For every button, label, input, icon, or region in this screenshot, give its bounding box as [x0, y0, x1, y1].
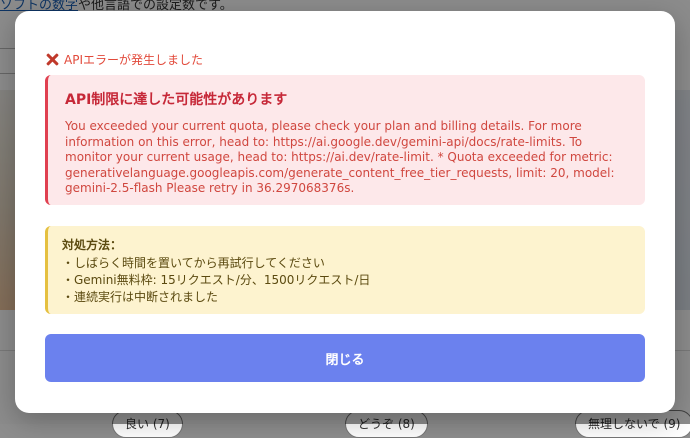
solution-item: ・Gemini無料枠: 15リクエスト/分、1500リクエスト/日: [62, 273, 371, 287]
error-title: API制限に達した可能性があります: [65, 92, 288, 108]
dialog-header: APIエラーが発生しました: [46, 51, 203, 68]
error-dialog: APIエラーが発生しました API制限に達した可能性があります You exce…: [15, 11, 675, 413]
error-message: You exceeded your current quota, please …: [65, 119, 615, 195]
solution-title: 対処方法：: [62, 238, 123, 252]
close-icon: [46, 53, 59, 66]
solution-item: ・連続実行は中断されました: [62, 290, 219, 304]
error-alert: API制限に達した可能性があります You exceeded your curr…: [45, 75, 645, 205]
solution-alert: 対処方法： ・しばらく時間を置いてから再試行してください ・Gemini無料枠:…: [45, 226, 645, 314]
dialog-header-text: APIエラーが発生しました: [64, 53, 203, 67]
solution-item: ・しばらく時間を置いてから再試行してください: [62, 256, 325, 270]
close-button[interactable]: 閉じる: [45, 334, 645, 382]
